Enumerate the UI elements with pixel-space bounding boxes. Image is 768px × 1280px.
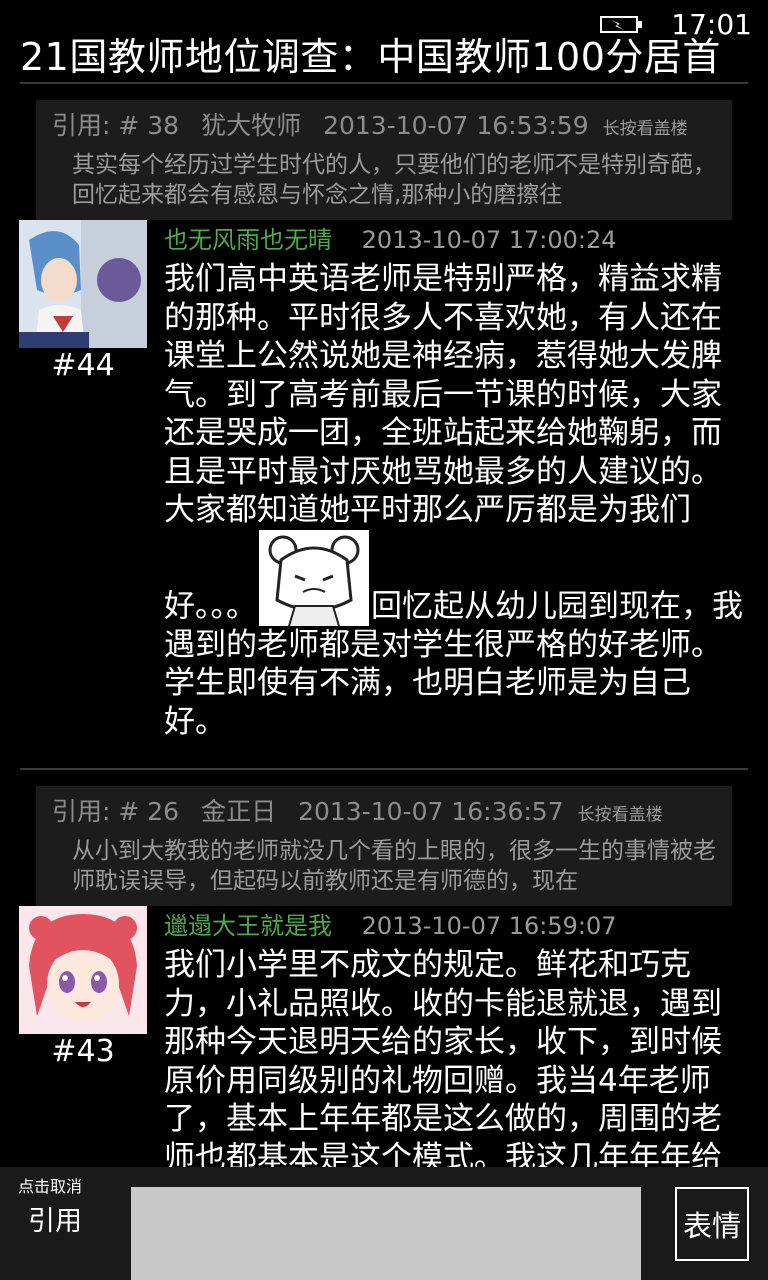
- post-header: 也无风雨也无晴 2013-10-07 17:00:24: [164, 220, 617, 255]
- post-text: 我们小学里不成文的规定。鲜花和巧克力，小礼品照收。收的卡能退就退，遇到那种今天退…: [164, 947, 722, 1176]
- post-timestamp: 2013-10-07 16:59:07: [361, 912, 617, 940]
- avatar[interactable]: [19, 906, 147, 1034]
- reply-bar: 点击取消 引用 表情: [0, 1167, 768, 1280]
- post-timestamp: 2013-10-07 17:00:24: [361, 226, 617, 254]
- quote-long-press-hint: 长按看盖楼: [602, 119, 688, 139]
- sticker-image: [259, 529, 369, 626]
- quote-username: 金正日: [201, 797, 277, 826]
- quote-button[interactable]: 引用: [28, 1199, 82, 1238]
- screen: 17:01 21国教师地位调查：中国教师100分居首 引用: # 38 犹大牧师…: [0, 0, 768, 1280]
- quote-floor: 引用: # 26: [52, 797, 180, 826]
- quote-timestamp: 2013-10-07 16:53:59: [323, 111, 589, 140]
- quote-text: 其实每个经历过学生时代的人，只要他们的老师不是特别奇葩，回忆起来都会有感恩与怀念…: [72, 152, 716, 208]
- quote-header: 引用: # 38 犹大牧师 2013-10-07 16:53:59 长按看盖楼: [52, 106, 716, 150]
- cancel-quote-hint[interactable]: 点击取消: [18, 1173, 82, 1197]
- page-title: 21国教师地位调查：中国教师100分居首: [20, 35, 721, 79]
- quote-block[interactable]: 引用: # 38 犹大牧师 2013-10-07 16:53:59 长按看盖楼 …: [36, 100, 732, 220]
- quote-header: 引用: # 26 金正日 2013-10-07 16:36:57 长按看盖楼: [52, 792, 716, 836]
- quote-text: 从小到大教我的老师就没几个看的上眼的，很多一生的事情被老师耽误误导，但起码以前教…: [72, 838, 716, 894]
- avatar[interactable]: [19, 220, 147, 348]
- quote-long-press-hint: 长按看盖楼: [577, 805, 663, 825]
- quote-floor: 引用: # 38: [52, 111, 180, 140]
- post-body: 我们高中英语老师是特别严格，精益求精的那种。平时很多人不喜欢她，有人还在课堂上公…: [164, 260, 744, 741]
- post-header: 邋遢大王就是我 2013-10-07 16:59:07: [164, 906, 617, 941]
- floor-number: #43: [51, 1034, 115, 1069]
- post-text: 我们高中英语老师是特别严格，精益求精的那种。平时很多人不喜欢她，有人还在课堂上公…: [164, 261, 722, 528]
- post-body: 我们小学里不成文的规定。鲜花和巧克力，小礼品照收。收的卡能退就退，遇到那种今天退…: [164, 946, 744, 1177]
- quote-username: 犹大牧师: [201, 111, 302, 140]
- post-username[interactable]: 邋遢大王就是我: [164, 912, 332, 940]
- reply-input[interactable]: [131, 1187, 641, 1280]
- quote-timestamp: 2013-10-07 16:36:57: [298, 797, 564, 826]
- avatar-image: [19, 906, 147, 1034]
- post-username[interactable]: 也无风雨也无晴: [164, 226, 332, 254]
- post-text-continued: 好。。。: [164, 588, 257, 624]
- title-divider: [20, 82, 748, 84]
- emoji-button[interactable]: 表情: [675, 1187, 749, 1261]
- quote-block[interactable]: 引用: # 26 金正日 2013-10-07 16:36:57 长按看盖楼 从…: [36, 786, 732, 906]
- floor-number: #44: [51, 348, 115, 383]
- post-divider: [20, 768, 748, 770]
- avatar-image: [19, 220, 147, 348]
